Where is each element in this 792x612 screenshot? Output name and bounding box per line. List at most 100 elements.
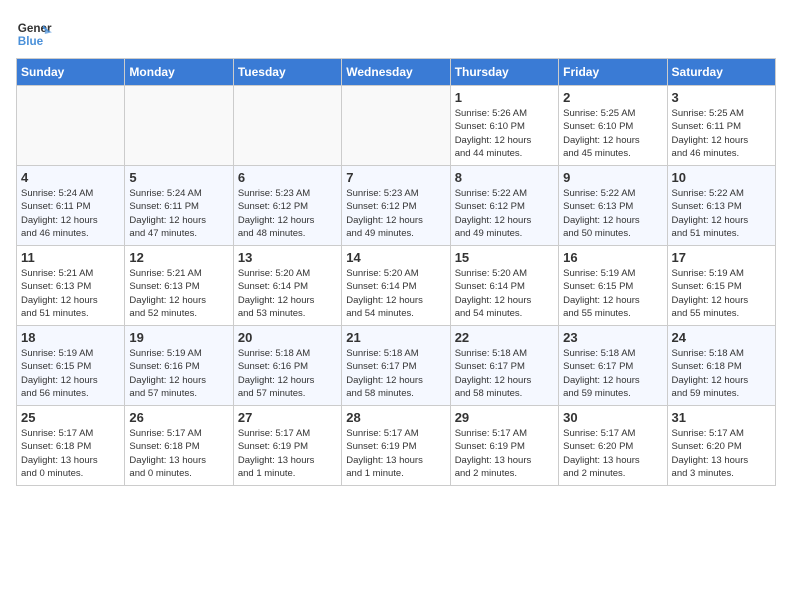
day-info: Sunrise: 5:18 AM Sunset: 6:16 PM Dayligh…: [238, 347, 337, 400]
column-header-saturday: Saturday: [667, 59, 775, 86]
day-info: Sunrise: 5:17 AM Sunset: 6:20 PM Dayligh…: [672, 427, 771, 480]
day-number: 14: [346, 250, 445, 265]
day-info: Sunrise: 5:19 AM Sunset: 6:15 PM Dayligh…: [563, 267, 662, 320]
calendar-week-row: 1 Sunrise: 5:26 AM Sunset: 6:10 PM Daylig…: [17, 86, 776, 166]
day-number: 26: [129, 410, 228, 425]
calendar-cell: 29 Sunrise: 5:17 AM Sunset: 6:19 PM Dayli…: [450, 406, 558, 486]
calendar-cell: 21 Sunrise: 5:18 AM Sunset: 6:17 PM Dayli…: [342, 326, 450, 406]
day-info: Sunrise: 5:22 AM Sunset: 6:13 PM Dayligh…: [563, 187, 662, 240]
calendar-week-row: 4 Sunrise: 5:24 AM Sunset: 6:11 PM Daylig…: [17, 166, 776, 246]
calendar-cell: 22 Sunrise: 5:18 AM Sunset: 6:17 PM Dayli…: [450, 326, 558, 406]
svg-text:Blue: Blue: [18, 35, 44, 48]
calendar-cell: [17, 86, 125, 166]
day-info: Sunrise: 5:19 AM Sunset: 6:16 PM Dayligh…: [129, 347, 228, 400]
calendar-cell: 26 Sunrise: 5:17 AM Sunset: 6:18 PM Dayli…: [125, 406, 233, 486]
day-info: Sunrise: 5:18 AM Sunset: 6:18 PM Dayligh…: [672, 347, 771, 400]
column-header-friday: Friday: [559, 59, 667, 86]
column-header-sunday: Sunday: [17, 59, 125, 86]
calendar-cell: [125, 86, 233, 166]
day-number: 25: [21, 410, 120, 425]
day-number: 1: [455, 90, 554, 105]
logo-icon: General Blue: [16, 16, 52, 52]
day-info: Sunrise: 5:18 AM Sunset: 6:17 PM Dayligh…: [346, 347, 445, 400]
page-header: General Blue: [16, 16, 776, 52]
calendar-cell: 19 Sunrise: 5:19 AM Sunset: 6:16 PM Dayli…: [125, 326, 233, 406]
day-info: Sunrise: 5:25 AM Sunset: 6:11 PM Dayligh…: [672, 107, 771, 160]
column-header-monday: Monday: [125, 59, 233, 86]
calendar-cell: 3 Sunrise: 5:25 AM Sunset: 6:11 PM Daylig…: [667, 86, 775, 166]
calendar-cell: 7 Sunrise: 5:23 AM Sunset: 6:12 PM Daylig…: [342, 166, 450, 246]
day-number: 20: [238, 330, 337, 345]
day-info: Sunrise: 5:21 AM Sunset: 6:13 PM Dayligh…: [129, 267, 228, 320]
column-header-tuesday: Tuesday: [233, 59, 341, 86]
calendar-cell: 2Sunrise: 5:25 AM Sunset: 6:10 PM Daylig…: [559, 86, 667, 166]
day-number: 16: [563, 250, 662, 265]
calendar-week-row: 11 Sunrise: 5:21 AM Sunset: 6:13 PM Dayli…: [17, 246, 776, 326]
day-number: 12: [129, 250, 228, 265]
day-info: Sunrise: 5:19 AM Sunset: 6:15 PM Dayligh…: [672, 267, 771, 320]
calendar-cell: 31Sunrise: 5:17 AM Sunset: 6:20 PM Dayli…: [667, 406, 775, 486]
calendar-cell: 6 Sunrise: 5:23 AM Sunset: 6:12 PM Daylig…: [233, 166, 341, 246]
logo: General Blue: [16, 16, 58, 52]
calendar-cell: 5 Sunrise: 5:24 AM Sunset: 6:11 PM Daylig…: [125, 166, 233, 246]
calendar-cell: [342, 86, 450, 166]
day-info: Sunrise: 5:26 AM Sunset: 6:10 PM Dayligh…: [455, 107, 554, 160]
day-number: 15: [455, 250, 554, 265]
day-number: 5: [129, 170, 228, 185]
day-number: 4: [21, 170, 120, 185]
day-number: 3: [672, 90, 771, 105]
column-header-thursday: Thursday: [450, 59, 558, 86]
day-number: 7: [346, 170, 445, 185]
calendar-cell: 4 Sunrise: 5:24 AM Sunset: 6:11 PM Daylig…: [17, 166, 125, 246]
day-number: 19: [129, 330, 228, 345]
day-number: 6: [238, 170, 337, 185]
day-number: 2: [563, 90, 662, 105]
day-info: Sunrise: 5:23 AM Sunset: 6:12 PM Dayligh…: [238, 187, 337, 240]
calendar-cell: 16 Sunrise: 5:19 AM Sunset: 6:15 PM Dayli…: [559, 246, 667, 326]
calendar-cell: 13Sunrise: 5:20 AM Sunset: 6:14 PM Dayli…: [233, 246, 341, 326]
calendar-cell: 8Sunrise: 5:22 AM Sunset: 6:12 PM Daylig…: [450, 166, 558, 246]
day-info: Sunrise: 5:19 AM Sunset: 6:15 PM Dayligh…: [21, 347, 120, 400]
day-info: Sunrise: 5:17 AM Sunset: 6:20 PM Dayligh…: [563, 427, 662, 480]
day-number: 23: [563, 330, 662, 345]
day-number: 17: [672, 250, 771, 265]
day-info: Sunrise: 5:22 AM Sunset: 6:12 PM Dayligh…: [455, 187, 554, 240]
calendar-cell: 1 Sunrise: 5:26 AM Sunset: 6:10 PM Daylig…: [450, 86, 558, 166]
day-info: Sunrise: 5:18 AM Sunset: 6:17 PM Dayligh…: [455, 347, 554, 400]
day-number: 9: [563, 170, 662, 185]
day-number: 11: [21, 250, 120, 265]
day-info: Sunrise: 5:20 AM Sunset: 6:14 PM Dayligh…: [346, 267, 445, 320]
day-info: Sunrise: 5:24 AM Sunset: 6:11 PM Dayligh…: [21, 187, 120, 240]
calendar-week-row: 25 Sunrise: 5:17 AM Sunset: 6:18 PM Dayli…: [17, 406, 776, 486]
day-number: 24: [672, 330, 771, 345]
calendar-cell: 20 Sunrise: 5:18 AM Sunset: 6:16 PM Dayli…: [233, 326, 341, 406]
calendar-cell: 10 Sunrise: 5:22 AM Sunset: 6:13 PM Dayli…: [667, 166, 775, 246]
day-info: Sunrise: 5:23 AM Sunset: 6:12 PM Dayligh…: [346, 187, 445, 240]
day-info: Sunrise: 5:21 AM Sunset: 6:13 PM Dayligh…: [21, 267, 120, 320]
day-number: 22: [455, 330, 554, 345]
column-header-wednesday: Wednesday: [342, 59, 450, 86]
day-info: Sunrise: 5:17 AM Sunset: 6:18 PM Dayligh…: [129, 427, 228, 480]
calendar-cell: 28 Sunrise: 5:17 AM Sunset: 6:19 PM Dayli…: [342, 406, 450, 486]
day-info: Sunrise: 5:17 AM Sunset: 6:19 PM Dayligh…: [238, 427, 337, 480]
day-number: 10: [672, 170, 771, 185]
day-info: Sunrise: 5:18 AM Sunset: 6:17 PM Dayligh…: [563, 347, 662, 400]
day-info: Sunrise: 5:20 AM Sunset: 6:14 PM Dayligh…: [455, 267, 554, 320]
day-number: 30: [563, 410, 662, 425]
calendar-cell: 17 Sunrise: 5:19 AM Sunset: 6:15 PM Dayli…: [667, 246, 775, 326]
day-info: Sunrise: 5:17 AM Sunset: 6:18 PM Dayligh…: [21, 427, 120, 480]
day-info: Sunrise: 5:22 AM Sunset: 6:13 PM Dayligh…: [672, 187, 771, 240]
day-info: Sunrise: 5:17 AM Sunset: 6:19 PM Dayligh…: [455, 427, 554, 480]
calendar-cell: 24 Sunrise: 5:18 AM Sunset: 6:18 PM Dayli…: [667, 326, 775, 406]
day-number: 18: [21, 330, 120, 345]
calendar-cell: 14 Sunrise: 5:20 AM Sunset: 6:14 PM Dayli…: [342, 246, 450, 326]
calendar-cell: 9 Sunrise: 5:22 AM Sunset: 6:13 PM Daylig…: [559, 166, 667, 246]
day-number: 29: [455, 410, 554, 425]
day-number: 28: [346, 410, 445, 425]
calendar-cell: 23 Sunrise: 5:18 AM Sunset: 6:17 PM Dayli…: [559, 326, 667, 406]
day-number: 21: [346, 330, 445, 345]
calendar-cell: 25 Sunrise: 5:17 AM Sunset: 6:18 PM Dayli…: [17, 406, 125, 486]
day-info: Sunrise: 5:24 AM Sunset: 6:11 PM Dayligh…: [129, 187, 228, 240]
calendar-cell: 12 Sunrise: 5:21 AM Sunset: 6:13 PM Dayli…: [125, 246, 233, 326]
day-info: Sunrise: 5:17 AM Sunset: 6:19 PM Dayligh…: [346, 427, 445, 480]
